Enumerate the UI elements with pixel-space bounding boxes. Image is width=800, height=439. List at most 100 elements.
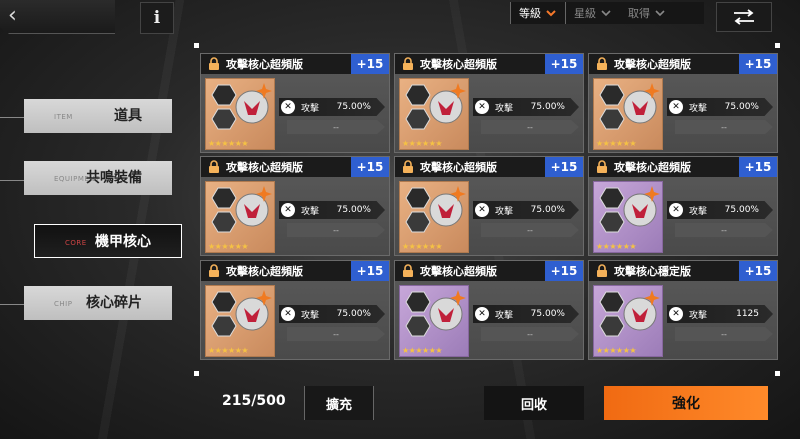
core-card[interactable]: 攻擊核心穩定版 +15 ★★★★★★ ✕ 攻擊 1125 -- [588,260,778,360]
lock-icon[interactable] [401,160,415,174]
chevron-down-icon [546,10,556,17]
stat-row: ✕ 攻擊 75.00% [279,305,385,323]
sort-bar: 等級 星級 取得 [510,2,704,24]
core-card[interactable]: 攻擊核心超頻版 +15 ★★★★★★ ✕ 攻擊 75.00% -- [588,53,778,153]
crossed-swords-icon: ✕ [475,307,489,321]
chevron-down-icon [655,10,665,17]
stat-value: 75.00% [336,205,371,215]
sort-tab-star[interactable]: 星級 [566,2,620,24]
sidebar-item-label: 道具 [114,108,142,124]
stat-row: ✕ 攻擊 75.00% [473,305,579,323]
swap-order-button[interactable] [716,2,772,32]
recycle-button[interactable]: 回收 [484,386,584,420]
core-card[interactable]: 攻擊核心超頻版 +15 ★★★★★★ ✕ 攻擊 75.00% -- [200,53,390,153]
sidebar-item-equipment[interactable]: EQUIPMENT 共鳴裝備 [24,161,172,195]
sort-tab-label: 等級 [519,7,541,20]
card-name: 攻擊核心穩定版 [614,265,691,278]
lock-icon[interactable] [595,264,609,278]
lock-icon[interactable] [595,57,609,71]
expand-button[interactable]: 擴充 [304,386,374,420]
level-badge: +15 [545,157,583,177]
crossed-swords-icon: ✕ [669,203,683,217]
stat-value: 75.00% [724,102,759,112]
star-rating: ★★★★★★ [402,139,443,148]
stat-row: ✕ 攻擊 75.00% [667,201,773,219]
sidebar-item-label: 核心碎片 [86,295,142,311]
core-card[interactable]: 攻擊核心超頻版 +15 ★★★★★★ ✕ 攻擊 75.00% -- [200,156,390,256]
stat-row: ✕ 攻擊 1125 [667,305,773,323]
lock-icon[interactable] [595,160,609,174]
core-card[interactable]: 攻擊核心超頻版 +15 ★★★★★★ ✕ 攻擊 75.00% -- [394,260,584,360]
swap-arrows-icon [734,9,754,25]
card-name: 攻擊核心超頻版 [614,161,691,174]
crossed-swords-icon: ✕ [669,100,683,114]
chevron-left-icon: ‹ [8,3,17,28]
stat-label: 攻擊 [495,310,514,321]
core-card[interactable]: 攻擊核心超頻版 +15 ★★★★★★ ✕ 攻擊 75.00% -- [200,260,390,360]
info-button[interactable]: i [140,2,174,34]
lock-icon[interactable] [401,57,415,71]
card-header: 攻擊核心超頻版 +15 [201,157,389,177]
star-rating: ★★★★★★ [596,346,637,355]
star-rating: ★★★★★★ [208,242,249,251]
card-header: 攻擊核心超頻版 +15 [201,261,389,281]
card-header: 攻擊核心超頻版 +15 [395,261,583,281]
core-portrait: ★★★★★★ [593,181,663,253]
stat-row: ✕ 攻擊 75.00% [473,201,579,219]
card-header: 攻擊核心超頻版 +15 [395,157,583,177]
sub-stat-row: -- [287,120,385,134]
level-badge: +15 [351,261,389,281]
core-portrait: ★★★★★★ [205,285,275,357]
sidebar-item-chip[interactable]: CHIP 核心碎片 [24,286,172,320]
core-card[interactable]: 攻擊核心超頻版 +15 ★★★★★★ ✕ 攻擊 75.00% -- [394,53,584,153]
card-name: 攻擊核心超頻版 [420,265,497,278]
core-portrait: ★★★★★★ [205,181,275,253]
sort-tab-acquired[interactable]: 取得 [620,2,674,24]
crossed-swords-icon: ✕ [281,307,295,321]
core-portrait: ★★★★★★ [399,285,469,357]
lock-icon[interactable] [401,264,415,278]
crossed-swords-icon: ✕ [475,203,489,217]
sort-tab-label: 取得 [628,7,650,20]
sidebar-connector [0,180,26,181]
enhance-button[interactable]: 強化 [604,386,768,420]
sort-tab-label: 星級 [574,7,596,20]
sub-stat-row: -- [675,327,773,341]
sort-tab-level[interactable]: 等級 [510,2,566,24]
lock-icon[interactable] [207,264,221,278]
card-name: 攻擊核心超頻版 [420,58,497,71]
stat-label: 攻擊 [301,103,320,114]
lock-icon[interactable] [207,57,221,71]
sub-stat-row: -- [481,223,579,237]
star-rating: ★★★★★★ [208,139,249,148]
stat-label: 攻擊 [301,206,320,217]
stat-value: 75.00% [530,309,565,319]
crossed-swords-icon: ✕ [475,100,489,114]
star-rating: ★★★★★★ [402,242,443,251]
stat-row: ✕ 攻擊 75.00% [473,98,579,116]
sub-stat-row: -- [287,223,385,237]
lock-icon[interactable] [207,160,221,174]
level-badge: +15 [351,157,389,177]
core-portrait: ★★★★★★ [399,78,469,150]
core-card[interactable]: 攻擊核心超頻版 +15 ★★★★★★ ✕ 攻擊 75.00% -- [394,156,584,256]
card-header: 攻擊核心穩定版 +15 [589,261,777,281]
frame-corner [775,371,780,376]
sub-stat-row: -- [675,120,773,134]
stat-label: 攻擊 [689,103,708,114]
card-name: 攻擊核心超頻版 [614,58,691,71]
card-name: 攻擊核心超頻版 [226,58,303,71]
sidebar-item-item[interactable]: ITEM 道具 [24,99,172,133]
sidebar-item-label: 共鳴裝備 [86,170,142,186]
sidebar-connector [0,117,26,118]
card-name: 攻擊核心超頻版 [226,161,303,174]
core-card[interactable]: 攻擊核心超頻版 +15 ★★★★★★ ✕ 攻擊 75.00% -- [588,156,778,256]
level-badge: +15 [739,261,777,281]
frame-corner [194,371,199,376]
stat-value: 75.00% [530,102,565,112]
back-button[interactable]: ‹ [0,0,115,34]
crossed-swords-icon: ✕ [669,307,683,321]
level-badge: +15 [351,54,389,74]
frame-corner [194,43,199,48]
sidebar-item-core[interactable]: CORE 機甲核心 [34,224,182,258]
